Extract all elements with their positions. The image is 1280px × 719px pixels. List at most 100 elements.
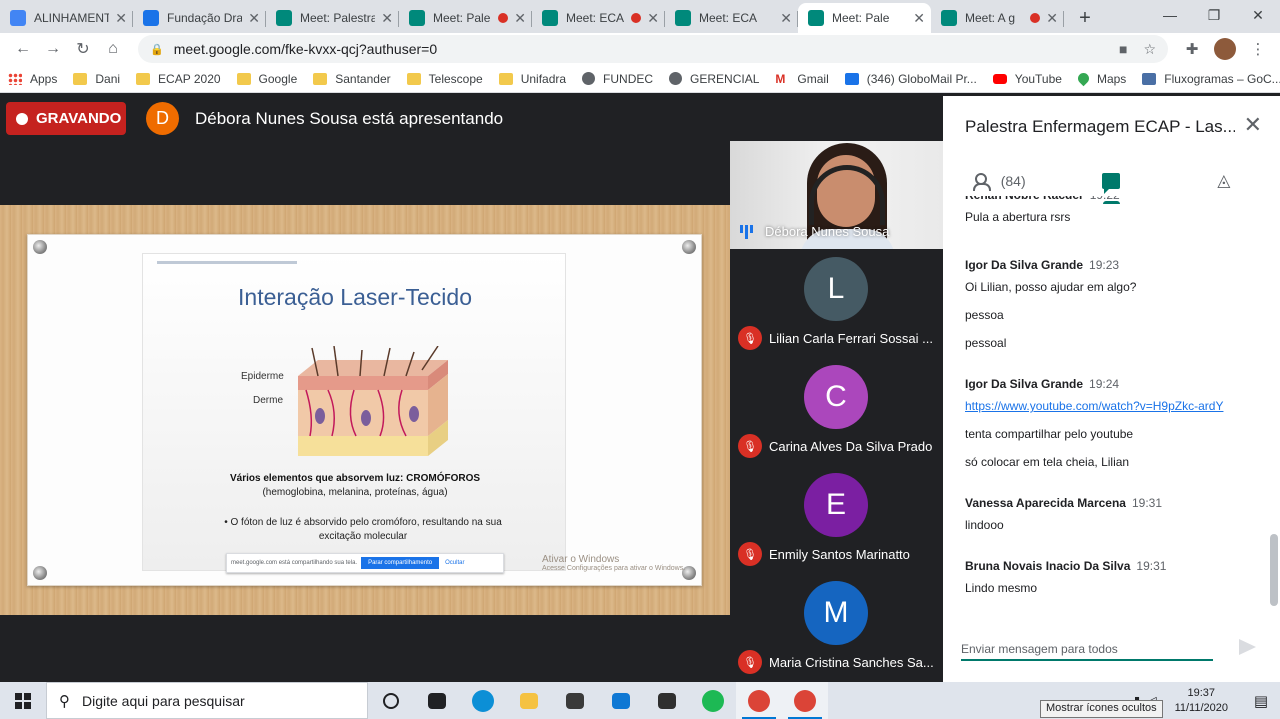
participant-tile[interactable]: M 🎙 Maria Cristina Sanches Sa...: [730, 573, 943, 681]
notification-icon[interactable]: ▤: [1242, 692, 1280, 710]
chat-icon: [1102, 173, 1121, 194]
chrome-icon[interactable]: [736, 682, 782, 719]
bookmark-item[interactable]: M Gmail: [775, 72, 828, 86]
epidermis-label: Epiderme: [241, 371, 284, 382]
send-icon[interactable]: [1239, 639, 1256, 655]
close-panel-icon[interactable]: ✕: [1244, 112, 1262, 138]
stop-sharing-button[interactable]: Parar compartilhamento: [361, 557, 440, 569]
tab-close-icon[interactable]: ✕: [115, 10, 127, 27]
tray-tooltip: Mostrar ícones ocultos: [1040, 700, 1163, 718]
taskbar-search[interactable]: ⚲ Digite aqui para pesquisar: [46, 682, 368, 719]
participant-tile[interactable]: L 🎙 Lilian Carla Ferrari Sossai ...: [730, 249, 943, 357]
chat-scrollbar[interactable]: [1270, 534, 1278, 606]
chat-message-header: Igor Da Silva Grande 19:24: [965, 377, 1265, 391]
bookmark-item[interactable]: Telescope: [406, 72, 483, 86]
participant-tile[interactable]: C 🎙 Carina Alves Da Silva Prado: [730, 357, 943, 465]
browser-tab[interactable]: Fundação Dra ✕: [133, 3, 266, 33]
back-icon[interactable]: ←: [8, 40, 38, 58]
participant-tiles: Débora Nunes Sousa L 🎙 Lilian Carla Ferrar…: [730, 141, 943, 682]
browser-tab[interactable]: Meet: Pale ✕: [798, 3, 931, 33]
tab-close-icon[interactable]: ✕: [913, 10, 925, 27]
slide-board: Interação Laser-Tecido Epiderme Derme Vá…: [27, 234, 702, 586]
browser-tab[interactable]: ALINHAMENTO ✕: [0, 3, 133, 33]
bookmark-item[interactable]: Dani: [73, 72, 120, 86]
bookmark-item[interactable]: FUNDEC: [582, 72, 653, 86]
bookmark-label: Apps: [30, 71, 58, 86]
participant-avatar: L: [804, 257, 868, 321]
minimize-icon[interactable]: —: [1148, 0, 1192, 30]
camera-icon[interactable]: ■: [1119, 41, 1127, 58]
hide-share-bar-link[interactable]: Ocultar: [445, 560, 464, 566]
bookmark-item[interactable]: Santander: [313, 72, 391, 86]
browser-tab[interactable]: Meet: Palestra ✕: [266, 3, 399, 33]
people-count: (84): [1000, 173, 1026, 189]
bookmark-item[interactable]: Unifadra: [498, 72, 566, 86]
tab-close-icon[interactable]: ✕: [514, 10, 526, 27]
bookmark-item[interactable]: (346) GloboMail Pr...: [844, 72, 977, 86]
bookmark-item[interactable]: Maps: [1075, 70, 1126, 87]
store-icon-glyph: [566, 692, 584, 709]
forward-icon[interactable]: →: [38, 40, 68, 58]
chat-sender: Vanessa Aparecida Marcena: [965, 496, 1126, 510]
tab-title: Meet: A g: [965, 11, 1016, 25]
menu-icon[interactable]: ⋮: [1244, 40, 1272, 58]
tab-favicon-icon: [675, 10, 691, 26]
bookmark-label: Google: [258, 71, 298, 86]
browser-tab[interactable]: Meet: ECA ✕: [532, 3, 665, 33]
browser-tab[interactable]: Meet: ECA ✕: [665, 3, 798, 33]
tab-title: Meet: ECA: [566, 11, 625, 25]
bookmark-item[interactable]: GERENCIAL: [669, 72, 759, 86]
slide-bullet-line1: • O fóton de luz é absorvido pelo cromóf…: [224, 517, 502, 528]
bookmark-label: ECAP 2020: [158, 71, 221, 86]
participant-tile[interactable]: E 🎙 Enmily Santos Marinatto: [730, 465, 943, 573]
reload-icon[interactable]: ↻: [68, 39, 98, 59]
browser-tab[interactable]: Meet: Pale ✕: [399, 3, 532, 33]
chat-link[interactable]: https://www.youtube.com/watch?v=H9pZkc-a…: [965, 399, 1265, 413]
spotify-icon[interactable]: [690, 682, 736, 719]
maximize-icon[interactable]: ❐: [1192, 0, 1236, 30]
store-icon[interactable]: [552, 682, 598, 719]
globe-icon: [669, 72, 683, 85]
tab-close-icon[interactable]: ✕: [1046, 10, 1058, 27]
address-bar[interactable]: 🔒 meet.google.com/fke-kvxx-qcj?authuser=…: [138, 35, 1168, 63]
tab-close-icon[interactable]: ✕: [780, 10, 792, 27]
participant-name-row: 🎙 Lilian Carla Ferrari Sossai ...: [738, 326, 943, 350]
cortana-icon[interactable]: [368, 682, 414, 719]
fluxogramas-icon: [1142, 72, 1157, 85]
sticky-notes-icon[interactable]: [644, 682, 690, 719]
bookmark-item[interactable]: ECAP 2020: [136, 72, 221, 86]
tab-close-icon[interactable]: ✕: [647, 10, 659, 27]
chat-sender: Igor Da Silva Grande: [965, 258, 1084, 272]
star-icon[interactable]: ☆: [1143, 41, 1156, 58]
windows-logo-icon: [15, 692, 31, 709]
bookmark-item[interactable]: Fluxogramas – GoC...: [1142, 72, 1280, 86]
start-button[interactable]: [0, 682, 46, 719]
tab-close-icon[interactable]: ✕: [381, 10, 393, 27]
chat-message-header: Renan Nobre Racder 19:22: [965, 196, 1265, 202]
slide-bullet-line2: excitação molecular: [318, 531, 408, 542]
close-window-icon[interactable]: ✕: [1236, 0, 1280, 30]
tab-close-icon[interactable]: ✕: [248, 10, 260, 27]
home-icon[interactable]: ⌂: [98, 40, 128, 58]
chat-text: Lindo mesmo: [965, 581, 1038, 595]
video-tile[interactable]: Débora Nunes Sousa: [730, 141, 943, 249]
profile-avatar[interactable]: [1214, 38, 1236, 60]
browser-tab[interactable]: Meet: A g ✕: [931, 3, 1064, 33]
bookmark-item[interactable]: Google: [236, 71, 298, 86]
mail-icon[interactable]: [598, 682, 644, 719]
chrome-icon[interactable]: [782, 682, 828, 719]
new-tab-button[interactable]: +: [1070, 3, 1100, 33]
watermark-line1: Ativar o Windows: [542, 554, 620, 565]
bookmark-item[interactable]: YouTube: [992, 72, 1062, 86]
clock-time: 19:37: [1187, 686, 1216, 699]
presenter-info: D Débora Nunes Sousa está apresentando: [146, 102, 503, 135]
extensions-icon[interactable]: ✚: [1178, 40, 1206, 58]
file-explorer-icon[interactable]: [506, 682, 552, 719]
chat-message-input[interactable]: Enviar mensagem para todos: [961, 639, 1213, 661]
edge-icon[interactable]: [460, 682, 506, 719]
taskbar-search-placeholder: Digite aqui para pesquisar: [82, 692, 245, 709]
task-view-icon[interactable]: [414, 682, 460, 719]
lock-icon[interactable]: 🔒: [150, 43, 164, 56]
taskbar-clock[interactable]: 19:37 11/11/2020: [1175, 686, 1228, 716]
bookmark-item[interactable]: Apps: [8, 72, 57, 86]
